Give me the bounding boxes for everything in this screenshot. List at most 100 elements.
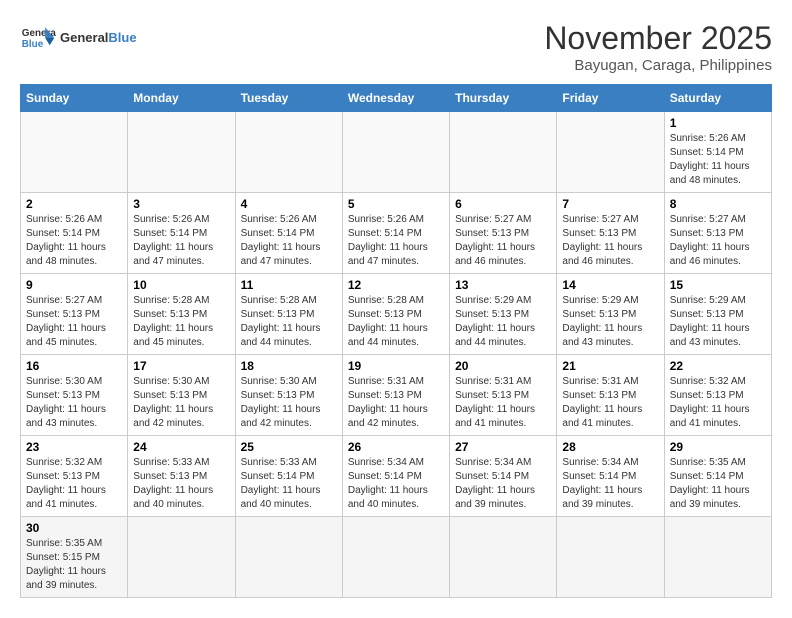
- day-info: Sunrise: 5:29 AM Sunset: 5:13 PM Dayligh…: [455, 294, 551, 350]
- calendar-week-1: 1 Sunrise: 5:26 AM Sunset: 5:14 PM Daylig…: [21, 112, 772, 193]
- day-number: 4: [241, 197, 337, 211]
- day-info: Sunrise: 5:27 AM Sunset: 5:13 PM Dayligh…: [670, 213, 766, 269]
- calendar-week-5: 23Sunrise: 5:32 AM Sunset: 5:13 PM Dayli…: [21, 436, 772, 517]
- logo-icon: General Blue: [20, 20, 56, 56]
- day-number: 24: [133, 440, 229, 454]
- calendar-cell: 20 Sunrise: 5:31 AM Sunset: 5:13 PM Dayli…: [450, 355, 557, 436]
- calendar-cell: 12 Sunrise: 5:28 AM Sunset: 5:13 PM Dayli…: [342, 274, 449, 355]
- calendar-cell: 11Sunrise: 5:28 AM Sunset: 5:13 PM Dayli…: [235, 274, 342, 355]
- weekday-header-wednesday: Wednesday: [342, 85, 449, 112]
- day-info: Sunrise: 5:26 AM Sunset: 5:14 PM Dayligh…: [241, 213, 337, 269]
- location: Bayugan, Caraga, Philippines: [544, 57, 772, 74]
- day-info: Sunrise: 5:26 AM Sunset: 5:14 PM Dayligh…: [26, 213, 122, 269]
- day-info: Sunrise: 5:34 AM Sunset: 5:14 PM Dayligh…: [455, 456, 551, 512]
- day-number: 28: [562, 440, 658, 454]
- weekday-header-tuesday: Tuesday: [235, 85, 342, 112]
- day-info: Sunrise: 5:31 AM Sunset: 5:13 PM Dayligh…: [455, 375, 551, 431]
- calendar-cell: 22 Sunrise: 5:32 AM Sunset: 5:13 PM Dayli…: [664, 355, 771, 436]
- day-number: 20: [455, 359, 551, 373]
- day-number: 13: [455, 278, 551, 292]
- calendar-cell: 7 Sunrise: 5:27 AM Sunset: 5:13 PM Daylig…: [557, 193, 664, 274]
- calendar-week-3: 9Sunrise: 5:27 AM Sunset: 5:13 PM Daylig…: [21, 274, 772, 355]
- day-info: Sunrise: 5:30 AM Sunset: 5:13 PM Dayligh…: [26, 375, 122, 431]
- calendar-cell: 30 Sunrise: 5:35 AM Sunset: 5:15 PM Dayli…: [21, 517, 128, 598]
- calendar-week-6: 30 Sunrise: 5:35 AM Sunset: 5:15 PM Dayli…: [21, 517, 772, 598]
- day-info: Sunrise: 5:29 AM Sunset: 5:13 PM Dayligh…: [562, 294, 658, 350]
- day-info: Sunrise: 5:31 AM Sunset: 5:13 PM Dayligh…: [562, 375, 658, 431]
- day-info: Sunrise: 5:29 AM Sunset: 5:13 PM Dayligh…: [670, 294, 766, 350]
- day-info: Sunrise: 5:30 AM Sunset: 5:13 PM Dayligh…: [133, 375, 229, 431]
- day-number: 19: [348, 359, 444, 373]
- calendar-cell: [128, 517, 235, 598]
- day-number: 6: [455, 197, 551, 211]
- day-info: Sunrise: 5:26 AM Sunset: 5:14 PM Dayligh…: [133, 213, 229, 269]
- calendar-cell: 26Sunrise: 5:34 AM Sunset: 5:14 PM Dayli…: [342, 436, 449, 517]
- calendar-cell: 29 Sunrise: 5:35 AM Sunset: 5:14 PM Dayli…: [664, 436, 771, 517]
- day-number: 23: [26, 440, 122, 454]
- calendar-cell: 21 Sunrise: 5:31 AM Sunset: 5:13 PM Dayli…: [557, 355, 664, 436]
- day-number: 12: [348, 278, 444, 292]
- day-info: Sunrise: 5:27 AM Sunset: 5:13 PM Dayligh…: [562, 213, 658, 269]
- calendar-cell: [128, 112, 235, 193]
- calendar-cell: 6 Sunrise: 5:27 AM Sunset: 5:13 PM Daylig…: [450, 193, 557, 274]
- title-block: November 2025 Bayugan, Caraga, Philippin…: [544, 20, 772, 74]
- day-number: 2: [26, 197, 122, 211]
- day-number: 11: [241, 278, 337, 292]
- calendar-cell: 28 Sunrise: 5:34 AM Sunset: 5:14 PM Dayli…: [557, 436, 664, 517]
- day-info: Sunrise: 5:27 AM Sunset: 5:13 PM Dayligh…: [26, 294, 122, 350]
- day-number: 5: [348, 197, 444, 211]
- calendar-cell: 10Sunrise: 5:28 AM Sunset: 5:13 PM Dayli…: [128, 274, 235, 355]
- calendar-cell: 1 Sunrise: 5:26 AM Sunset: 5:14 PM Daylig…: [664, 112, 771, 193]
- calendar-cell: 27Sunrise: 5:34 AM Sunset: 5:14 PM Dayli…: [450, 436, 557, 517]
- day-number: 30: [26, 521, 122, 535]
- calendar-cell: [235, 517, 342, 598]
- calendar-cell: [235, 112, 342, 193]
- day-number: 14: [562, 278, 658, 292]
- calendar-cell: 3Sunrise: 5:26 AM Sunset: 5:14 PM Daylig…: [128, 193, 235, 274]
- day-number: 1: [670, 116, 766, 130]
- day-info: Sunrise: 5:31 AM Sunset: 5:13 PM Dayligh…: [348, 375, 444, 431]
- weekday-header-thursday: Thursday: [450, 85, 557, 112]
- calendar-week-4: 16 Sunrise: 5:30 AM Sunset: 5:13 PM Dayli…: [21, 355, 772, 436]
- day-number: 22: [670, 359, 766, 373]
- day-number: 10: [133, 278, 229, 292]
- calendar-cell: 2 Sunrise: 5:26 AM Sunset: 5:14 PM Daylig…: [21, 193, 128, 274]
- day-number: 25: [241, 440, 337, 454]
- day-number: 8: [670, 197, 766, 211]
- month-title: November 2025: [544, 20, 772, 57]
- calendar-cell: 16 Sunrise: 5:30 AM Sunset: 5:13 PM Dayli…: [21, 355, 128, 436]
- day-number: 15: [670, 278, 766, 292]
- calendar-cell: 24Sunrise: 5:33 AM Sunset: 5:13 PM Dayli…: [128, 436, 235, 517]
- day-number: 7: [562, 197, 658, 211]
- day-info: Sunrise: 5:32 AM Sunset: 5:13 PM Dayligh…: [670, 375, 766, 431]
- day-info: Sunrise: 5:30 AM Sunset: 5:13 PM Dayligh…: [241, 375, 337, 431]
- calendar-cell: 25 Sunrise: 5:33 AM Sunset: 5:14 PM Dayli…: [235, 436, 342, 517]
- day-info: Sunrise: 5:28 AM Sunset: 5:13 PM Dayligh…: [348, 294, 444, 350]
- day-info: Sunrise: 5:27 AM Sunset: 5:13 PM Dayligh…: [455, 213, 551, 269]
- calendar-cell: [21, 112, 128, 193]
- calendar-cell: [342, 112, 449, 193]
- day-number: 29: [670, 440, 766, 454]
- weekday-header-row: SundayMondayTuesdayWednesdayThursdayFrid…: [21, 85, 772, 112]
- day-info: Sunrise: 5:26 AM Sunset: 5:14 PM Dayligh…: [670, 132, 766, 188]
- calendar-cell: 9Sunrise: 5:27 AM Sunset: 5:13 PM Daylig…: [21, 274, 128, 355]
- calendar-week-2: 2 Sunrise: 5:26 AM Sunset: 5:14 PM Daylig…: [21, 193, 772, 274]
- day-number: 18: [241, 359, 337, 373]
- calendar-cell: 18 Sunrise: 5:30 AM Sunset: 5:13 PM Dayli…: [235, 355, 342, 436]
- day-number: 21: [562, 359, 658, 373]
- day-info: Sunrise: 5:33 AM Sunset: 5:14 PM Dayligh…: [241, 456, 337, 512]
- day-number: 17: [133, 359, 229, 373]
- calendar-cell: [557, 112, 664, 193]
- calendar-table: SundayMondayTuesdayWednesdayThursdayFrid…: [20, 84, 772, 598]
- day-number: 26: [348, 440, 444, 454]
- day-info: Sunrise: 5:35 AM Sunset: 5:15 PM Dayligh…: [26, 537, 122, 593]
- svg-text:Blue: Blue: [22, 39, 44, 50]
- day-info: Sunrise: 5:34 AM Sunset: 5:14 PM Dayligh…: [562, 456, 658, 512]
- calendar-cell: [450, 112, 557, 193]
- day-number: 16: [26, 359, 122, 373]
- page-header: General Blue GeneralBlue November 2025 B…: [20, 20, 772, 74]
- logo: General Blue GeneralBlue: [20, 20, 137, 56]
- day-info: Sunrise: 5:26 AM Sunset: 5:14 PM Dayligh…: [348, 213, 444, 269]
- day-info: Sunrise: 5:35 AM Sunset: 5:14 PM Dayligh…: [670, 456, 766, 512]
- calendar-cell: [450, 517, 557, 598]
